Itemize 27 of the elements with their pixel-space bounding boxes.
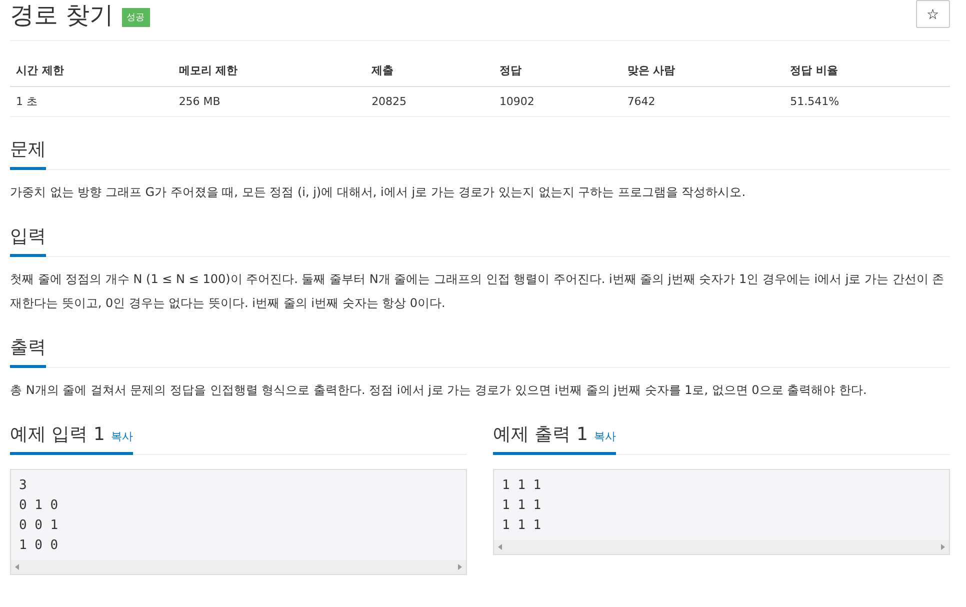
paragraph: 첫째 줄에 정점의 개수 N (1 ≤ N ≤ 100)이 주어진다. 둘째 줄부터 N개 줄에는 그래프의 인접 행렬이 주어진다. i번째 줄의 j번째 숫자가 1인 경우에는 i에서 j로 가는 간선이 존재한다는 뜻이고, 0인 경우는 없다는 뜻이다. i번째 줄의 i번째 숫자는 항상 0이다. [10,271,946,312]
column-header: 메모리 제한 [172,57,366,86]
column-header: 정답 비율 [784,57,950,86]
table-cell: 1 초 [10,86,173,116]
star-button[interactable]: ☆ [916,0,950,28]
column-header: 맞은 사람 [621,57,784,86]
column-header: 시간 제한 [10,57,173,86]
sample-text: 3 0 1 0 0 0 1 1 0 0 [18,477,60,555]
section-heading: 출력 [10,335,46,368]
paragraph: 총 N개의 줄에 걸쳐서 문제의 정답을 인접행렬 형식으로 출력한다. 정점 i에서 j로 가는 경로가 있으면 i번째 줄의 j번째 숫자를 1로, 없으면 0으로 출력해야 한다. [10,382,868,399]
result-badge: 성공 [122,8,150,26]
column-header: 정답 [493,57,622,86]
copy-link[interactable]: 복사 [110,430,133,443]
table-cell: 256 MB [172,86,366,116]
problem-title: 경로 찾기 [10,0,114,30]
column-header: 제출 [366,57,494,86]
sample-text: 1 1 1 1 1 1 1 1 1 [501,477,542,535]
table-cell: 10902 [493,86,622,116]
section-heading: 입력 [10,224,46,257]
heading-text: 예제 출력 1 [493,424,588,445]
copy-link[interactable]: 복사 [594,430,616,443]
section-heading: 문제 [10,137,46,170]
table-cell: 7642 [621,86,784,116]
table-cell: 51.541% [784,86,950,116]
paragraph: 가중치 없는 방향 그래프 G가 주어졌을 때, 모든 정점 (i, j)에 대해서, i에서 j로 가는 경로가 있는지 없는지 구하는 프로그램을 작성하시오. [10,184,747,201]
heading-text: 예제 입력 1 [10,424,105,445]
table-cell: 20825 [366,86,494,116]
